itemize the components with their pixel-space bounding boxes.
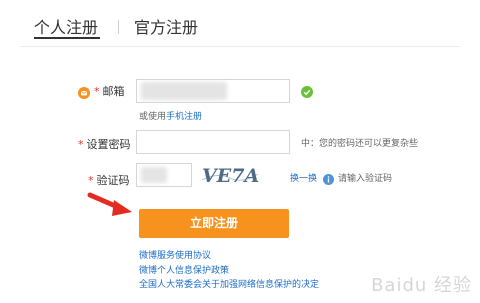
- info-icon: [323, 170, 334, 185]
- captcha-label: 验证码: [96, 174, 130, 187]
- check-icon: [301, 83, 313, 98]
- tabs-divider-line: [20, 46, 460, 47]
- captcha-image-text: VE7A: [202, 165, 259, 187]
- agreement-link-privacy[interactable]: 微博个人信息保护政策: [139, 263, 229, 276]
- captcha-refresh-link[interactable]: 换一换: [290, 171, 317, 184]
- captcha-field[interactable]: [136, 163, 192, 187]
- captcha-label-row: * 验证码: [88, 172, 130, 188]
- required-mark: *: [88, 174, 94, 187]
- captcha-hint: 请输入验证码: [338, 174, 393, 184]
- phone-register-line: 或使用手机注册: [139, 109, 202, 122]
- email-blurred-value: [141, 82, 227, 100]
- agreement-link-service[interactable]: 微博服务使用协议: [139, 248, 211, 261]
- email-label: 邮箱: [102, 85, 125, 98]
- tab-personal-registration[interactable]: 个人注册: [34, 14, 98, 38]
- agreement-link-law[interactable]: 全国人大常委会关于加强网络信息保护的决定: [139, 277, 319, 290]
- arrow-icon: [86, 189, 138, 221]
- phone-register-link[interactable]: 手机注册: [166, 112, 202, 122]
- register-button[interactable]: 立即注册: [139, 209, 289, 238]
- active-tab-indicator: [34, 37, 100, 39]
- email-field[interactable]: [136, 79, 290, 103]
- tab-official-registration[interactable]: 官方注册: [134, 14, 198, 38]
- password-strength: 中: [301, 139, 311, 149]
- password-label-row: * 设置密码: [78, 136, 131, 152]
- required-mark: *: [78, 138, 84, 151]
- required-mark: *: [94, 85, 100, 98]
- watermark: Baidu 经验: [371, 275, 472, 296]
- mail-icon: [78, 84, 90, 99]
- email-label-row: * 邮箱: [94, 83, 125, 99]
- captcha-image[interactable]: VE7A: [200, 162, 260, 188]
- password-strength-hint: 中：您的密码还可以更复杂些: [301, 136, 418, 149]
- captcha-blurred-value: [141, 167, 167, 183]
- password-hint: ：您的密码还可以更复杂些: [310, 139, 419, 149]
- phone-register-prefix: 或使用: [139, 112, 167, 122]
- password-field[interactable]: [136, 130, 290, 154]
- password-label: 设置密码: [86, 138, 131, 151]
- tab-divider: [118, 20, 119, 34]
